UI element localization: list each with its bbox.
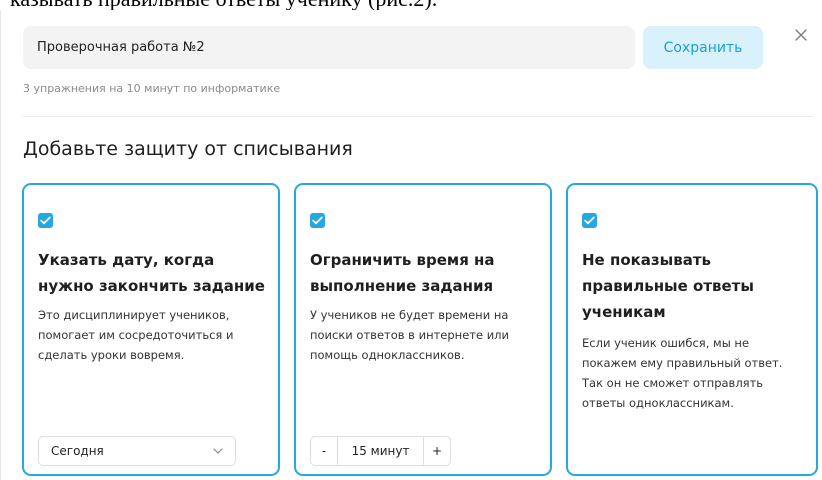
assignment-title-input[interactable]: [23, 26, 635, 69]
time-limit-checkbox[interactable]: [310, 213, 325, 228]
card-description: Если ученик ошибся, мы не покажем ему пр…: [582, 336, 783, 410]
card-title: Указать дату, когда нужно закончить зада…: [38, 251, 265, 295]
card-title: Ограничить время на выполнение задания: [310, 251, 495, 295]
checkmark-icon: [584, 216, 595, 225]
card-description: У учеников не будет времени на поиски от…: [310, 308, 510, 362]
time-limit-value: 15 минут: [351, 444, 410, 458]
close-button[interactable]: [790, 24, 812, 46]
cheating-protection-dialog: Сохранить 3 упражнения на 10 минут по ин…: [0, 10, 822, 480]
option-card-hide-answers[interactable]: Не показывать правильные ответы ученикам…: [566, 183, 818, 476]
card-description: Это дисциплинирует учеников, помогает им…: [38, 308, 234, 362]
checkmark-icon: [40, 216, 51, 225]
select-value: Сегодня: [51, 444, 104, 458]
chevron-down-icon: [213, 448, 223, 454]
assignment-subtitle: 3 упражнения на 10 минут по информатике: [23, 82, 281, 95]
decrement-button[interactable]: -: [311, 437, 338, 465]
deadline-date-select[interactable]: Сегодня: [38, 436, 236, 466]
increment-button[interactable]: +: [423, 437, 450, 465]
section-title: Добавьте защиту от списывания: [23, 138, 353, 160]
option-card-deadline[interactable]: Указать дату, когда нужно закончить зада…: [22, 183, 280, 476]
close-icon: [795, 29, 807, 41]
card-title: Не показывать правильные ответы ученикам: [582, 251, 754, 321]
option-card-time-limit[interactable]: Ограничить время на выполнение задания У…: [294, 183, 552, 476]
save-button[interactable]: Сохранить: [643, 26, 763, 69]
deadline-checkbox[interactable]: [38, 213, 53, 228]
divider: [23, 116, 813, 117]
hide-answers-checkbox[interactable]: [582, 213, 597, 228]
time-limit-stepper[interactable]: - 15 минут +: [310, 436, 451, 466]
checkmark-icon: [312, 216, 323, 225]
